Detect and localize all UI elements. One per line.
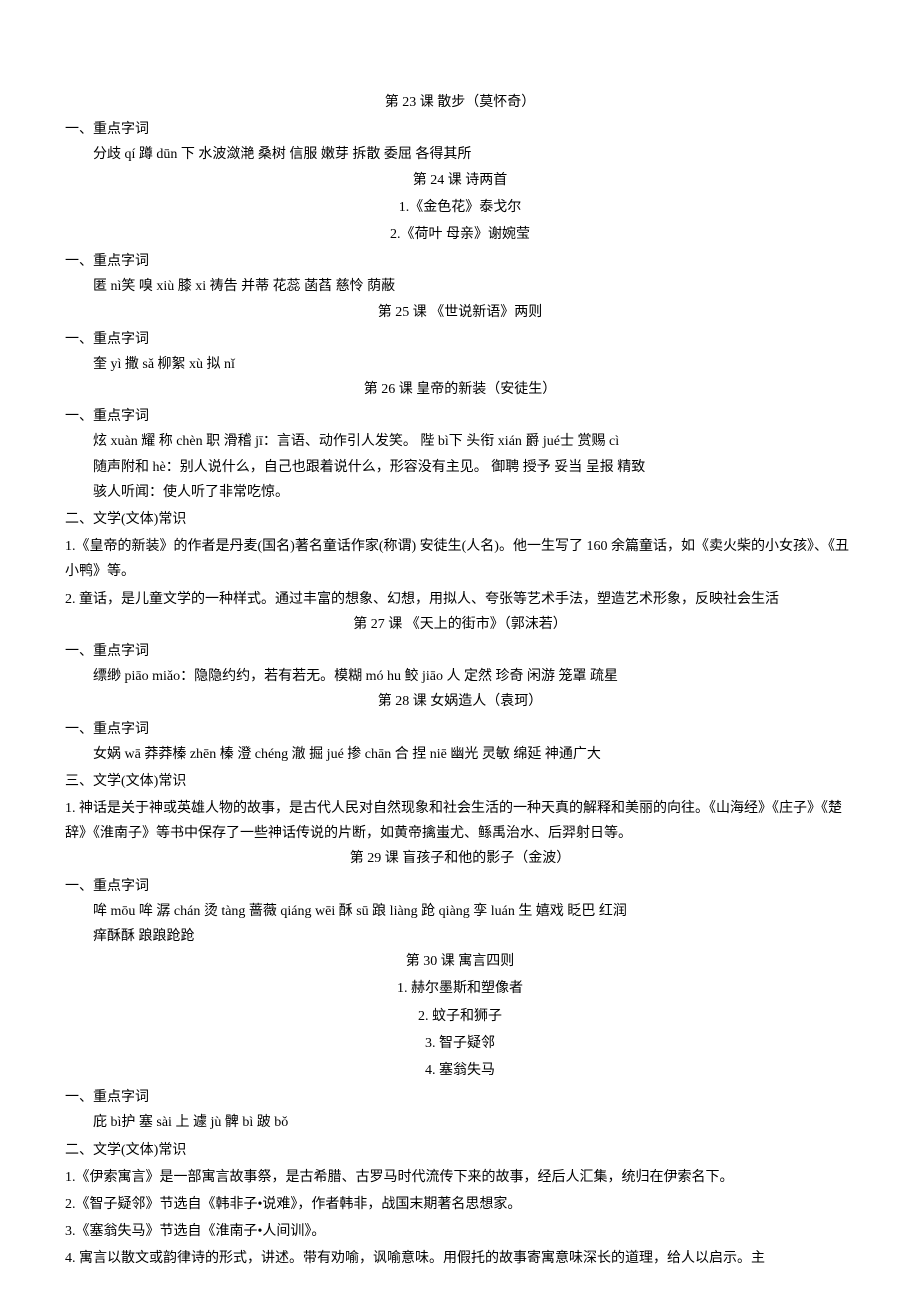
lesson-29-section-1: 一、重点字词 [65, 874, 855, 899]
lesson-24-sub-2: 2.《荷叶 母亲》谢婉莹 [65, 222, 855, 247]
lesson-28-lit-1: 1. 神话是关于神或英雄人物的故事，是古代人民对自然现象和社会生活的一种天真的解… [65, 796, 855, 846]
lesson-26-section-1: 一、重点字词 [65, 404, 855, 429]
lesson-30-lit-2: 2.《智子疑邻》节选自《韩非子•说难》，作者韩非，战国末期著名思想家。 [65, 1192, 855, 1217]
lesson-30-lit-4: 4. 寓言以散文或韵律诗的形式，讲述。带有劝喻，讽喻意味。用假托的故事寄寓意味深… [65, 1246, 855, 1271]
lesson-24-section-1: 一、重点字词 [65, 249, 855, 274]
lesson-30-lit-1: 1.《伊索寓言》是一部寓言故事祭，是古希腊、古罗马时代流传下来的故事，经后人汇集… [65, 1165, 855, 1190]
lesson-28-section-3: 三、文学(文体)常识 [65, 769, 855, 794]
lesson-28-section-1: 一、重点字词 [65, 717, 855, 742]
lesson-28-title: 第 28 课 女娲造人（袁珂） [65, 689, 855, 714]
lesson-25-section-1: 一、重点字词 [65, 327, 855, 352]
lesson-26-section-2: 二、文学(文体)常识 [65, 507, 855, 532]
lesson-29-title: 第 29 课 盲孩子和他的影子（金波） [65, 846, 855, 871]
lesson-26-lit-1: 1.《皇帝的新装》的作者是丹麦(国名)著名童话作家(称谓) 安徒生(人名)。他一… [65, 534, 855, 584]
lesson-26-content-2: 随声附和 hè：别人说什么，自己也跟着说什么，形容没有主见。 御聘 授予 妥当 … [65, 455, 855, 480]
lesson-29-content-2: 痒酥酥 踉踉跄跄 [65, 924, 855, 949]
lesson-30-title: 第 30 课 寓言四则 [65, 949, 855, 974]
lesson-30-lit-3: 3.《塞翁失马》节选自《淮南子•人间训》。 [65, 1219, 855, 1244]
lesson-25-title: 第 25 课 《世说新语》两则 [65, 300, 855, 325]
lesson-24-sub-1: 1.《金色花》泰戈尔 [65, 195, 855, 220]
lesson-26-content-3: 骇人听闻：使人听了非常吃惊。 [65, 480, 855, 505]
lesson-30-sub-3: 3. 智子疑邻 [65, 1031, 855, 1056]
lesson-30-sub-2: 2. 蚊子和狮子 [65, 1004, 855, 1029]
lesson-30-section-1: 一、重点字词 [65, 1085, 855, 1110]
lesson-30-section-2: 二、文学(文体)常识 [65, 1138, 855, 1163]
lesson-29-content-1: 哞 mōu 哞 潺 chán 烫 tàng 蔷薇 qiáng wēi 酥 sū … [65, 899, 855, 924]
lesson-27-content-1: 缥缈 piāo miǎo：隐隐约约，若有若无。模糊 mó hu 鲛 jiāo 人… [65, 664, 855, 689]
lesson-25-content-1: 奎 yì 撒 sǎ 柳絮 xù 拟 nǐ [65, 352, 855, 377]
lesson-26-title: 第 26 课 皇帝的新装（安徒生） [65, 377, 855, 402]
lesson-28-content-1: 女娲 wā 莽莽榛 zhēn 榛 澄 chéng 澈 掘 jué 掺 chān … [65, 742, 855, 767]
lesson-24-content-1: 匿 nì笑 嗅 xiù 膝 xi 祷告 并蒂 花蕊 菡萏 慈怜 荫蔽 [65, 274, 855, 299]
lesson-23-content-1: 分歧 qí 蹲 dūn 下 水波潋滟 桑树 信服 嫩芽 拆散 委屈 各得其所 [65, 142, 855, 167]
lesson-26-content-1: 炫 xuàn 耀 称 chèn 职 滑稽 jī：言语、动作引人发笑。 陛 bì下… [65, 429, 855, 454]
lesson-23-title: 第 23 课 散步（莫怀奇） [65, 90, 855, 115]
lesson-30-sub-4: 4. 塞翁失马 [65, 1058, 855, 1083]
lesson-23-section-1: 一、重点字词 [65, 117, 855, 142]
lesson-30-sub-1: 1. 赫尔墨斯和塑像者 [65, 976, 855, 1001]
lesson-27-title: 第 27 课 《天上的街市》（郭沫若） [65, 612, 855, 637]
lesson-24-title: 第 24 课 诗两首 [65, 168, 855, 193]
lesson-27-section-1: 一、重点字词 [65, 639, 855, 664]
lesson-26-lit-2: 2. 童话，是儿童文学的一种样式。通过丰富的想象、幻想，用拟人、夸张等艺术手法，… [65, 587, 855, 612]
